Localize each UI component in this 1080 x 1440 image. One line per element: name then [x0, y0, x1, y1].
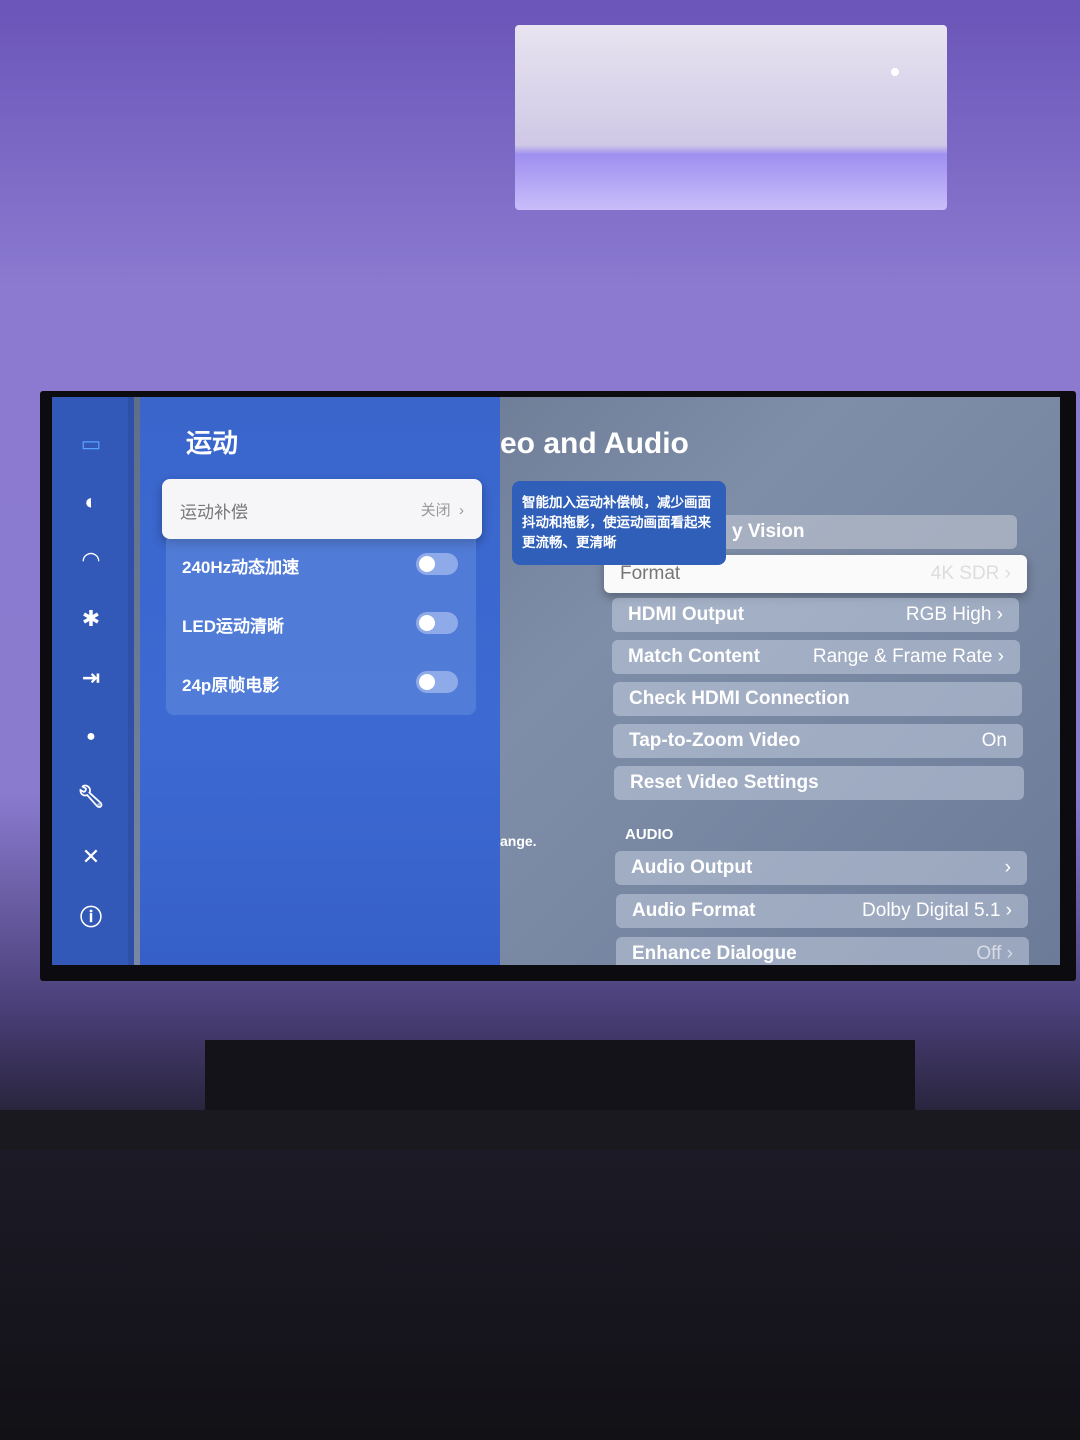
check-hdmi-item[interactable]: Check HDMI Connection	[613, 682, 1022, 716]
settings-category-rail: ▭ ◐ ◠ ✱ ⇥ ● 🔧︎ ✕ ⓘ	[52, 397, 134, 965]
wrench-icon[interactable]: 🔧︎	[74, 780, 108, 814]
24p-film-toggle[interactable]	[416, 671, 458, 693]
info-icon[interactable]: ⓘ	[74, 901, 108, 935]
motion-panel: 运动 运动补偿 关闭 › 240Hz动态加速 LED运动清晰 24p原帧电影	[140, 397, 500, 965]
input-icon[interactable]: ⇥	[74, 661, 108, 695]
settings-title: eo and Audio	[500, 427, 689, 460]
panel-title: 运动	[186, 428, 239, 458]
tools-icon[interactable]: ✕	[74, 840, 108, 874]
240hz-toggle[interactable]	[416, 553, 458, 575]
audio-format-item[interactable]: Audio Format Dolby Digital 5.1 ›	[616, 894, 1028, 928]
audio-section-header: AUDIO	[625, 826, 674, 843]
ac-indicator-light	[891, 68, 899, 76]
led-motion-toggle[interactable]	[416, 612, 458, 634]
air-conditioner	[515, 25, 947, 210]
enhance-dialogue-item[interactable]: Enhance Dialogue Off ›	[616, 937, 1029, 965]
toggle-group: 240Hz动态加速 LED运动清晰 24p原帧电影	[166, 539, 476, 715]
bluetooth-icon[interactable]: ✱	[74, 602, 108, 636]
wifi-icon[interactable]: ◠	[74, 543, 108, 577]
toggle-label: LED运动清晰	[182, 617, 284, 636]
hdmi-output-item[interactable]: HDMI Output RGB High ›	[612, 598, 1019, 632]
tv-cabinet	[0, 1110, 1080, 1150]
tap-to-zoom-item[interactable]: Tap-to-Zoom Video On	[613, 724, 1023, 758]
reset-video-item[interactable]: Reset Video Settings	[614, 766, 1024, 800]
tv-screen: ▭ ◐ ◠ ✱ ⇥ ● 🔧︎ ✕ ⓘ eo and Audio ange. y …	[52, 397, 1060, 965]
help-tooltip: 智能加入运动补偿帧，减少画面抖动和拖影，使运动画面看起来更流畅、更清晰	[512, 481, 726, 565]
toggle-label: 240Hz动态加速	[182, 558, 300, 577]
motion-compensation-item[interactable]: 运动补偿 关闭 ›	[162, 479, 482, 539]
match-content-item[interactable]: Match Content Range & Frame Rate ›	[612, 640, 1020, 674]
description-fragment: ange.	[500, 833, 537, 849]
audio-output-item[interactable]: Audio Output ›	[615, 851, 1027, 885]
ai-icon[interactable]: ●	[74, 720, 108, 754]
toggle-label: 24p原帧电影	[182, 676, 280, 695]
sound-icon[interactable]: ◐	[74, 485, 108, 519]
picture-icon[interactable]: ▭	[74, 427, 108, 461]
soundbar	[205, 1040, 915, 1110]
